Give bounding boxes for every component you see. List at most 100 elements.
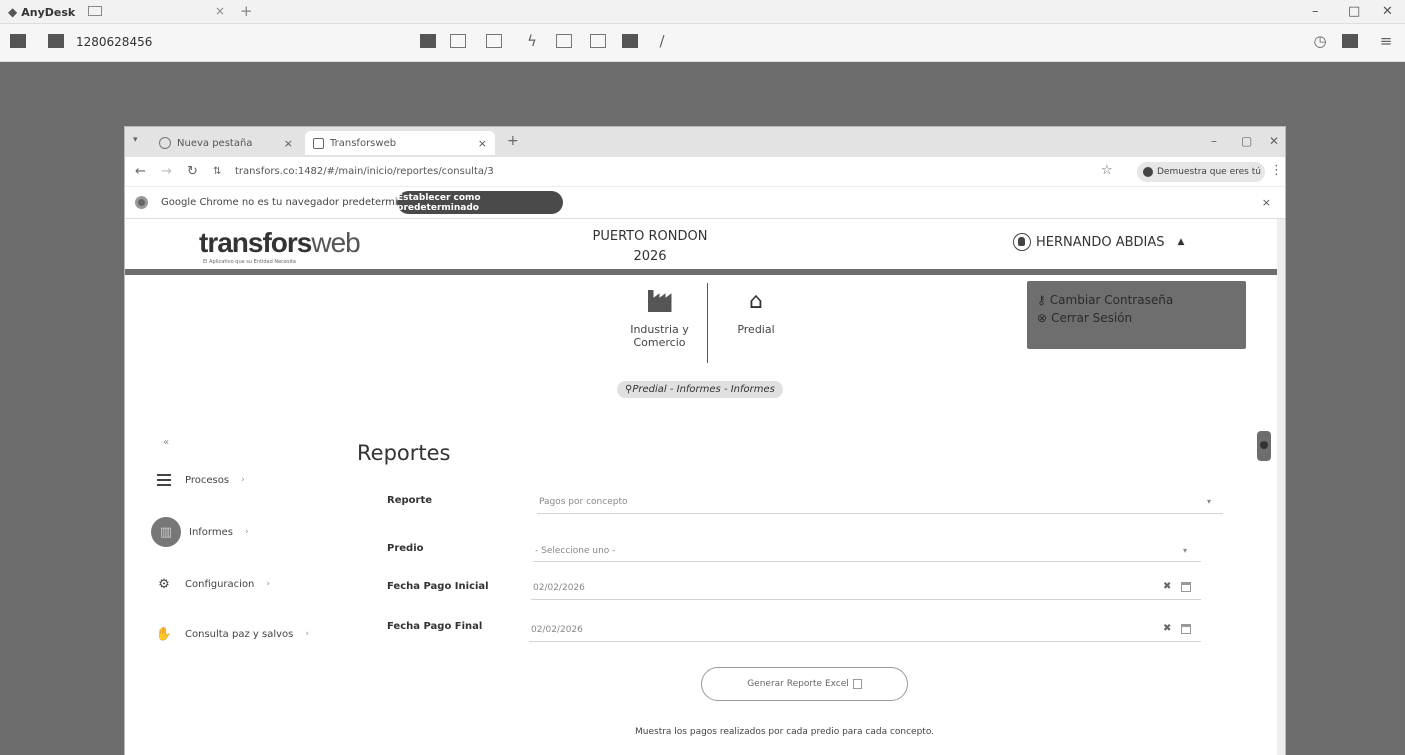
clear-icon[interactable]: ✖ (1163, 623, 1171, 634)
infobar-message: Google Chrome no es tu navegador predete… (161, 197, 423, 208)
module-label: Industria y (630, 323, 689, 336)
tab-transforsweb[interactable]: Transforsweb × (305, 131, 495, 155)
minimize-button[interactable]: – (1312, 4, 1319, 19)
municipality-name: PUERTO RONDON (592, 229, 708, 244)
predio-select[interactable]: - Seleccione uno - (535, 546, 615, 556)
logout-item[interactable]: ⊗ Cerrar Sesión (1037, 309, 1236, 327)
new-tab-button[interactable]: + (507, 133, 519, 149)
browser-menu-icon[interactable]: ⋮ (1270, 163, 1283, 178)
report-description: Muestra los pagos realizados por cada pr… (635, 727, 935, 737)
logo-brand: transfors (199, 227, 312, 258)
breadcrumb: ⚲Predial - Informes - Informes (617, 381, 783, 398)
chevron-down-icon[interactable]: ▾ (1207, 497, 1211, 506)
address-bar: ← → ↻ ⇅ transfors.co:1482/#/main/inicio/… (125, 157, 1285, 187)
sidebar-item-consulta-paz-y-salvos[interactable]: ✋ Consulta paz y salvos › (151, 621, 309, 647)
fecha-inicial-input[interactable]: 02/02/2026 (533, 583, 585, 593)
anydesk-toolbar: 1280628456 ϟ / ◷ ≡ (0, 24, 1405, 62)
sidebar-item-label: Procesos (185, 474, 230, 486)
history-icon[interactable]: ◷ (1312, 34, 1328, 49)
list-icon (151, 467, 177, 493)
anydesk-new-tab-button[interactable]: + (240, 2, 253, 20)
profile-chip[interactable]: Demuestra que eres tú (1137, 162, 1265, 182)
page-scrollbar[interactable] (1277, 219, 1285, 755)
module-selector: Industria y Comercio ⌂ Predial (612, 283, 804, 363)
session-icon[interactable] (10, 34, 26, 48)
maximize-button[interactable]: □ (1348, 4, 1360, 19)
sidebar-item-label: Consulta paz y salvos (185, 628, 294, 640)
anydesk-app-name: AnyDesk (21, 5, 76, 19)
display-icon[interactable] (420, 34, 436, 48)
calendar-icon[interactable] (1181, 582, 1191, 592)
calendar-icon[interactable] (1181, 624, 1191, 634)
anydesk-titlebar: ◆ AnyDesk × + – □ ✕ (0, 0, 1405, 24)
module-industria-comercio[interactable]: Industria y Comercio (612, 283, 708, 363)
tab-close-icon[interactable]: × (284, 137, 293, 150)
fecha-inicial-label: Fecha Pago Inicial (387, 581, 489, 592)
fecha-final-input[interactable]: 02/02/2026 (531, 625, 583, 635)
remote-desktop-icon[interactable] (48, 34, 64, 48)
profile-label: Demuestra que eres tú (1157, 167, 1261, 177)
sidebar-item-label: Informes (189, 526, 233, 538)
user-menu-toggle[interactable]: HERNANDO ABDIAS ▲ (1013, 233, 1184, 251)
anydesk-brand: ◆ AnyDesk (8, 5, 75, 19)
settings-icon[interactable] (1342, 34, 1358, 48)
app-header: transforsweb El Aplicativo que su Entida… (125, 219, 1285, 275)
anydesk-tab-close-button[interactable]: × (215, 4, 225, 18)
set-default-button[interactable]: Establecer como predeterminado (397, 191, 563, 214)
theme-toggle[interactable] (1257, 431, 1271, 461)
caret-up-icon: ▲ (1177, 237, 1185, 247)
change-password-label: Cambiar Contraseña (1049, 293, 1174, 307)
home-icon: ⌂ (749, 288, 763, 314)
url-field[interactable]: transfors.co:1482/#/main/inicio/reportes… (235, 166, 494, 177)
module-label-line2: Comercio (633, 336, 686, 349)
browser-window: ▾ Nueva pestaña × Transforsweb × + – ▢ ✕… (124, 126, 1286, 755)
excel-file-icon (852, 679, 862, 689)
menu-icon[interactable]: ≡ (1378, 34, 1394, 49)
infobar-close-icon[interactable]: × (1262, 196, 1271, 209)
session-id: 1280628456 (76, 35, 153, 49)
screen-icon[interactable] (590, 34, 606, 48)
user-dropdown: ⚷ Cambiar Contraseña ⊗ Cerrar Sesión (1027, 281, 1246, 349)
browser-tabbar: ▾ Nueva pestaña × Transforsweb × + – ▢ ✕ (125, 127, 1285, 157)
tab-new[interactable]: Nueva pestaña × (151, 131, 301, 155)
tab-close-icon[interactable]: × (478, 137, 487, 150)
monitor-icon[interactable] (88, 6, 102, 16)
globe-icon (159, 137, 171, 149)
entity-info: PUERTO RONDON 2026 (565, 227, 735, 267)
user-name: HERNANDO ABDIAS (1036, 234, 1165, 250)
forward-icon[interactable]: → (161, 164, 172, 179)
tab-label: Transforsweb (330, 137, 397, 149)
gears-icon: ⚙ (158, 576, 170, 592)
predio-label: Predio (387, 543, 424, 554)
reporte-select[interactable]: Pagos por concepto (539, 497, 627, 507)
keyboard-icon[interactable] (556, 34, 572, 48)
input-icon[interactable] (450, 34, 466, 48)
chevron-right-icon: › (241, 475, 245, 485)
chrome-logo-icon (135, 196, 148, 209)
browser-close-button[interactable]: ✕ (1269, 134, 1279, 148)
browser-minimize-button[interactable]: – (1211, 134, 1217, 148)
chevron-down-icon[interactable]: ▾ (1183, 546, 1187, 555)
sidebar-item-procesos[interactable]: Procesos › (151, 467, 245, 493)
site-settings-icon[interactable]: ⇅ (213, 166, 221, 177)
permissions-icon[interactable] (622, 34, 638, 48)
close-button[interactable]: ✕ (1382, 4, 1393, 19)
browser-restore-button[interactable]: ▢ (1241, 134, 1252, 148)
logo[interactable]: transforsweb El Aplicativo que su Entida… (199, 227, 361, 265)
chat-icon[interactable] (486, 34, 502, 48)
sidebar-item-configuracion[interactable]: ⚙ Configuracion › (151, 571, 270, 597)
module-predial[interactable]: ⌂ Predial (708, 283, 804, 363)
change-password-item[interactable]: ⚷ Cambiar Contraseña (1037, 291, 1236, 309)
bookmark-star-icon[interactable]: ☆ (1101, 163, 1113, 178)
pen-icon[interactable]: / (654, 34, 670, 49)
sidebar-collapse-icon[interactable]: « (163, 437, 169, 448)
reload-icon[interactable]: ↻ (187, 164, 198, 179)
clear-icon[interactable]: ✖ (1163, 581, 1171, 592)
tab-search-icon[interactable]: ▾ (133, 135, 138, 145)
reporte-underline (537, 513, 1223, 514)
generate-excel-button[interactable]: Generar Reporte Excel (701, 667, 908, 701)
logout-icon: ⊗ (1037, 311, 1048, 325)
back-icon[interactable]: ← (135, 164, 146, 179)
sidebar-item-informes[interactable]: ▥ Informes › (151, 517, 249, 547)
actions-icon[interactable]: ϟ (524, 34, 540, 49)
